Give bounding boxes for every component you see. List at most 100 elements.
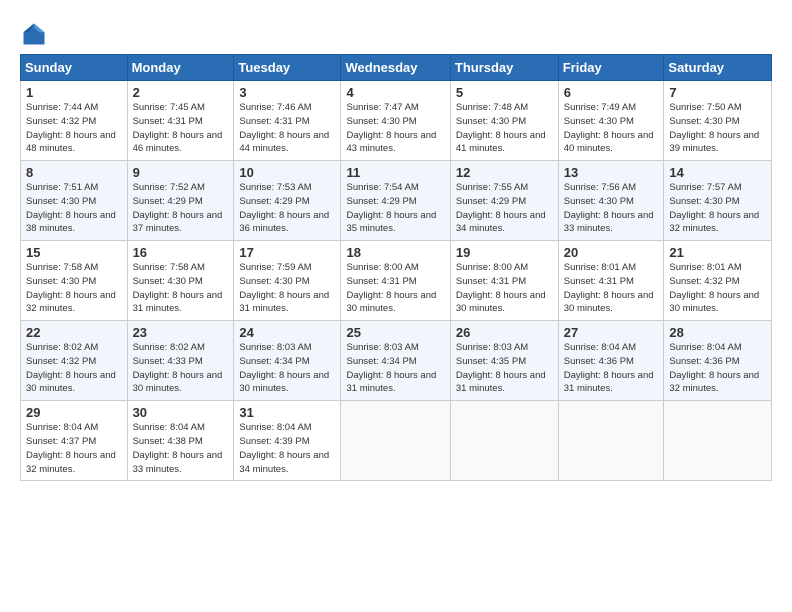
day-info: Sunrise: 7:47 AMSunset: 4:30 PMDaylight:…	[346, 102, 436, 154]
calendar-cell: 27 Sunrise: 8:04 AMSunset: 4:36 PMDaylig…	[558, 321, 664, 401]
day-number: 9	[133, 165, 229, 180]
day-info: Sunrise: 7:50 AMSunset: 4:30 PMDaylight:…	[669, 102, 759, 154]
day-info: Sunrise: 7:58 AMSunset: 4:30 PMDaylight:…	[133, 262, 223, 314]
calendar-cell: 5 Sunrise: 7:48 AMSunset: 4:30 PMDayligh…	[450, 81, 558, 161]
day-info: Sunrise: 7:49 AMSunset: 4:30 PMDaylight:…	[564, 102, 654, 154]
day-number: 27	[564, 325, 659, 340]
calendar-cell: 2 Sunrise: 7:45 AMSunset: 4:31 PMDayligh…	[127, 81, 234, 161]
calendar-cell: 12 Sunrise: 7:55 AMSunset: 4:29 PMDaylig…	[450, 161, 558, 241]
calendar-cell: 25 Sunrise: 8:03 AMSunset: 4:34 PMDaylig…	[341, 321, 450, 401]
calendar-cell: 30 Sunrise: 8:04 AMSunset: 4:38 PMDaylig…	[127, 401, 234, 481]
calendar-cell: 23 Sunrise: 8:02 AMSunset: 4:33 PMDaylig…	[127, 321, 234, 401]
day-info: Sunrise: 8:03 AMSunset: 4:34 PMDaylight:…	[346, 342, 436, 394]
day-number: 15	[26, 245, 122, 260]
day-info: Sunrise: 7:45 AMSunset: 4:31 PMDaylight:…	[133, 102, 223, 154]
day-info: Sunrise: 8:04 AMSunset: 4:39 PMDaylight:…	[239, 422, 329, 474]
day-info: Sunrise: 8:01 AMSunset: 4:32 PMDaylight:…	[669, 262, 759, 314]
calendar-cell: 22 Sunrise: 8:02 AMSunset: 4:32 PMDaylig…	[21, 321, 128, 401]
day-number: 8	[26, 165, 122, 180]
calendar-cell: 24 Sunrise: 8:03 AMSunset: 4:34 PMDaylig…	[234, 321, 341, 401]
day-number: 1	[26, 85, 122, 100]
page: SundayMondayTuesdayWednesdayThursdayFrid…	[0, 0, 792, 612]
calendar-cell: 6 Sunrise: 7:49 AMSunset: 4:30 PMDayligh…	[558, 81, 664, 161]
day-info: Sunrise: 7:58 AMSunset: 4:30 PMDaylight:…	[26, 262, 116, 314]
day-info: Sunrise: 7:51 AMSunset: 4:30 PMDaylight:…	[26, 182, 116, 234]
calendar-cell	[450, 401, 558, 481]
day-info: Sunrise: 7:44 AMSunset: 4:32 PMDaylight:…	[26, 102, 116, 154]
day-info: Sunrise: 7:57 AMSunset: 4:30 PMDaylight:…	[669, 182, 759, 234]
calendar-cell: 21 Sunrise: 8:01 AMSunset: 4:32 PMDaylig…	[664, 241, 772, 321]
day-number: 3	[239, 85, 335, 100]
day-info: Sunrise: 8:01 AMSunset: 4:31 PMDaylight:…	[564, 262, 654, 314]
calendar-cell: 29 Sunrise: 8:04 AMSunset: 4:37 PMDaylig…	[21, 401, 128, 481]
day-info: Sunrise: 8:04 AMSunset: 4:36 PMDaylight:…	[564, 342, 654, 394]
day-number: 28	[669, 325, 766, 340]
day-info: Sunrise: 8:02 AMSunset: 4:33 PMDaylight:…	[133, 342, 223, 394]
calendar-cell: 1 Sunrise: 7:44 AMSunset: 4:32 PMDayligh…	[21, 81, 128, 161]
calendar-week-5: 29 Sunrise: 8:04 AMSunset: 4:37 PMDaylig…	[21, 401, 772, 481]
day-number: 29	[26, 405, 122, 420]
day-number: 11	[346, 165, 444, 180]
calendar-cell: 13 Sunrise: 7:56 AMSunset: 4:30 PMDaylig…	[558, 161, 664, 241]
day-number: 12	[456, 165, 553, 180]
day-number: 20	[564, 245, 659, 260]
calendar-cell: 31 Sunrise: 8:04 AMSunset: 4:39 PMDaylig…	[234, 401, 341, 481]
weekday-header-thursday: Thursday	[450, 55, 558, 81]
day-number: 19	[456, 245, 553, 260]
day-number: 18	[346, 245, 444, 260]
calendar-week-1: 1 Sunrise: 7:44 AMSunset: 4:32 PMDayligh…	[21, 81, 772, 161]
calendar-cell: 3 Sunrise: 7:46 AMSunset: 4:31 PMDayligh…	[234, 81, 341, 161]
weekday-header-saturday: Saturday	[664, 55, 772, 81]
calendar-cell	[341, 401, 450, 481]
calendar-cell: 20 Sunrise: 8:01 AMSunset: 4:31 PMDaylig…	[558, 241, 664, 321]
calendar-cell: 9 Sunrise: 7:52 AMSunset: 4:29 PMDayligh…	[127, 161, 234, 241]
calendar-cell: 28 Sunrise: 8:04 AMSunset: 4:36 PMDaylig…	[664, 321, 772, 401]
day-number: 16	[133, 245, 229, 260]
weekday-header-friday: Friday	[558, 55, 664, 81]
calendar-cell	[558, 401, 664, 481]
calendar-week-4: 22 Sunrise: 8:02 AMSunset: 4:32 PMDaylig…	[21, 321, 772, 401]
day-number: 14	[669, 165, 766, 180]
calendar-cell: 15 Sunrise: 7:58 AMSunset: 4:30 PMDaylig…	[21, 241, 128, 321]
calendar-cell: 19 Sunrise: 8:00 AMSunset: 4:31 PMDaylig…	[450, 241, 558, 321]
calendar-week-3: 15 Sunrise: 7:58 AMSunset: 4:30 PMDaylig…	[21, 241, 772, 321]
day-info: Sunrise: 8:03 AMSunset: 4:35 PMDaylight:…	[456, 342, 546, 394]
day-info: Sunrise: 8:00 AMSunset: 4:31 PMDaylight:…	[346, 262, 436, 314]
calendar-header-row: SundayMondayTuesdayWednesdayThursdayFrid…	[21, 55, 772, 81]
day-info: Sunrise: 7:46 AMSunset: 4:31 PMDaylight:…	[239, 102, 329, 154]
day-number: 6	[564, 85, 659, 100]
day-info: Sunrise: 7:52 AMSunset: 4:29 PMDaylight:…	[133, 182, 223, 234]
day-number: 23	[133, 325, 229, 340]
logo	[20, 20, 52, 48]
day-number: 10	[239, 165, 335, 180]
day-number: 26	[456, 325, 553, 340]
calendar-cell: 14 Sunrise: 7:57 AMSunset: 4:30 PMDaylig…	[664, 161, 772, 241]
calendar-cell	[664, 401, 772, 481]
day-number: 24	[239, 325, 335, 340]
calendar-cell: 18 Sunrise: 8:00 AMSunset: 4:31 PMDaylig…	[341, 241, 450, 321]
day-info: Sunrise: 8:04 AMSunset: 4:37 PMDaylight:…	[26, 422, 116, 474]
day-number: 17	[239, 245, 335, 260]
calendar-cell: 10 Sunrise: 7:53 AMSunset: 4:29 PMDaylig…	[234, 161, 341, 241]
day-number: 7	[669, 85, 766, 100]
calendar-cell: 8 Sunrise: 7:51 AMSunset: 4:30 PMDayligh…	[21, 161, 128, 241]
day-info: Sunrise: 7:54 AMSunset: 4:29 PMDaylight:…	[346, 182, 436, 234]
weekday-header-tuesday: Tuesday	[234, 55, 341, 81]
day-info: Sunrise: 7:59 AMSunset: 4:30 PMDaylight:…	[239, 262, 329, 314]
day-info: Sunrise: 7:53 AMSunset: 4:29 PMDaylight:…	[239, 182, 329, 234]
header-area	[20, 16, 772, 48]
weekday-header-wednesday: Wednesday	[341, 55, 450, 81]
calendar-table: SundayMondayTuesdayWednesdayThursdayFrid…	[20, 54, 772, 481]
day-info: Sunrise: 8:04 AMSunset: 4:38 PMDaylight:…	[133, 422, 223, 474]
calendar-cell: 26 Sunrise: 8:03 AMSunset: 4:35 PMDaylig…	[450, 321, 558, 401]
day-number: 4	[346, 85, 444, 100]
calendar-cell: 4 Sunrise: 7:47 AMSunset: 4:30 PMDayligh…	[341, 81, 450, 161]
day-number: 5	[456, 85, 553, 100]
day-info: Sunrise: 8:04 AMSunset: 4:36 PMDaylight:…	[669, 342, 759, 394]
day-info: Sunrise: 7:55 AMSunset: 4:29 PMDaylight:…	[456, 182, 546, 234]
day-info: Sunrise: 7:48 AMSunset: 4:30 PMDaylight:…	[456, 102, 546, 154]
weekday-header-monday: Monday	[127, 55, 234, 81]
day-number: 22	[26, 325, 122, 340]
calendar-week-2: 8 Sunrise: 7:51 AMSunset: 4:30 PMDayligh…	[21, 161, 772, 241]
day-number: 31	[239, 405, 335, 420]
